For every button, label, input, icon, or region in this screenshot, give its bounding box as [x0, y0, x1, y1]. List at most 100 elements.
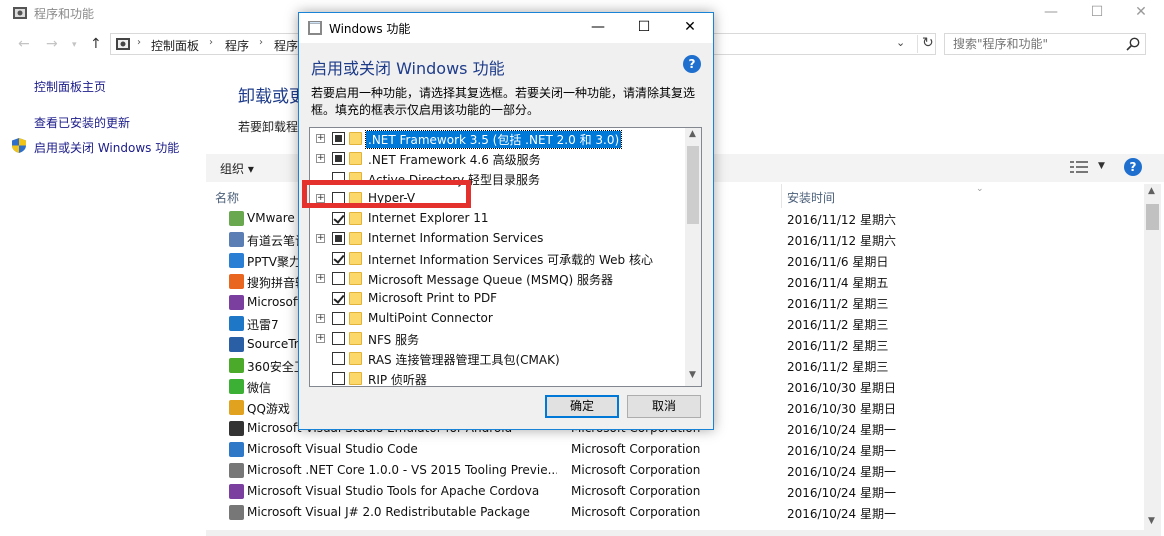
nav-control-panel-home[interactable]: 控制面板主页	[34, 78, 106, 95]
feature-checkbox[interactable]	[332, 232, 345, 245]
table-row[interactable]: Microsoft Visual Studio Tools for Apache…	[206, 481, 1144, 502]
details-view-icon[interactable]	[1070, 160, 1088, 174]
organize-button[interactable]: 组织 ▾	[220, 160, 254, 177]
windows-features-dialog: Windows 功能 — ☐ ✕ 启用或关闭 Windows 功能 ? 若要启用…	[298, 12, 714, 430]
column-header-install-time[interactable]: 安装时间	[787, 189, 835, 206]
horizontal-scrollbar[interactable]	[206, 530, 1161, 536]
program-icon	[229, 358, 244, 373]
feature-label[interactable]: Internet Information Services	[366, 231, 545, 245]
feature-label[interactable]: Microsoft Message Queue (MSMQ) 服务器	[366, 271, 615, 288]
feature-label[interactable]: .NET Framework 4.6 高级服务	[366, 151, 543, 168]
feature-label[interactable]: .NET Framework 3.5 (包括 .NET 2.0 和 3.0)	[364, 130, 623, 149]
close-button[interactable]: ✕	[667, 13, 713, 43]
folder-icon	[349, 152, 362, 165]
feature-checkbox[interactable]	[332, 372, 345, 385]
feature-checkbox[interactable]	[332, 352, 345, 365]
breadcrumb-separator-icon: ›	[137, 37, 141, 48]
feature-item[interactable]: + .NET Framework 4.6 高级服务	[310, 149, 685, 169]
table-row[interactable]: Microsoft Visual J# 2.0 Redistributable …	[206, 502, 1144, 523]
cancel-button[interactable]: 取消	[627, 395, 701, 418]
maximize-button[interactable]: ☐	[621, 13, 667, 43]
feature-item[interactable]: + Internet Information Services	[310, 229, 685, 249]
program-icon	[229, 274, 244, 289]
scroll-down-icon[interactable]: ▼	[689, 370, 696, 380]
hyper-v-highlight	[302, 180, 471, 208]
expand-icon[interactable]: +	[316, 134, 325, 143]
maximize-button[interactable]: ☐	[1074, 0, 1120, 26]
expand-icon[interactable]: +	[316, 154, 325, 163]
program-publisher: Microsoft Corporation	[571, 484, 701, 498]
feature-item[interactable]: + .NET Framework 3.5 (包括 .NET 2.0 和 3.0)	[310, 129, 685, 149]
feature-label[interactable]: Internet Information Services 可承载的 Web 核…	[366, 251, 655, 268]
page-description: 若要卸载程序，请从列表中将其选中，然后单击“卸载”、“更改”或“修复”。	[238, 120, 298, 134]
program-name: Microsoft Visual Studio Code	[247, 442, 418, 456]
feature-checkbox[interactable]	[332, 132, 345, 145]
scrollbar-thumb[interactable]	[687, 146, 699, 224]
search-icon[interactable]	[1125, 36, 1141, 52]
folder-icon	[349, 332, 362, 345]
feature-item[interactable]: Internet Explorer 11	[310, 209, 685, 229]
program-icon	[229, 421, 244, 436]
feature-checkbox[interactable]	[332, 312, 345, 325]
feature-item[interactable]: + Microsoft Message Queue (MSMQ) 服务器	[310, 269, 685, 289]
tree-scrollbar[interactable]: ▲ ▼	[685, 128, 701, 386]
scroll-down-icon[interactable]: ▼	[1148, 516, 1155, 526]
table-row[interactable]: Microsoft Visual Studio Code Microsoft Co…	[206, 439, 1144, 460]
minimize-button[interactable]: —	[575, 13, 621, 43]
feature-checkbox[interactable]	[332, 272, 345, 285]
program-icon	[229, 295, 244, 310]
scroll-up-icon[interactable]: ▲	[1148, 186, 1155, 196]
minimize-button[interactable]: —	[1028, 0, 1074, 26]
breadcrumb-programs[interactable]: 程序	[225, 37, 249, 54]
feature-label[interactable]: Internet Explorer 11	[366, 211, 491, 225]
breadcrumb-control-panel[interactable]: 控制面板	[151, 37, 199, 54]
feature-checkbox[interactable]	[332, 212, 345, 225]
expand-icon[interactable]: +	[316, 274, 325, 283]
feature-item[interactable]: RAS 连接管理器管理工具包(CMAK)	[310, 349, 685, 369]
program-icon	[229, 442, 244, 457]
search-input[interactable]	[953, 37, 1123, 51]
feature-checkbox[interactable]	[332, 332, 345, 345]
chevron-down-icon[interactable]: ⌄	[896, 36, 905, 49]
feature-checkbox[interactable]	[332, 292, 345, 305]
feature-item[interactable]: RIP 侦听器	[310, 369, 685, 386]
forward-arrow-icon[interactable]: →	[46, 36, 58, 52]
column-header-name[interactable]: 名称	[215, 189, 239, 206]
expand-icon[interactable]: +	[316, 314, 325, 323]
help-icon[interactable]: ?	[1124, 158, 1142, 176]
feature-item[interactable]: + NFS 服务	[310, 329, 685, 349]
scrollbar-thumb[interactable]	[1146, 204, 1159, 230]
feature-label[interactable]: NFS 服务	[366, 331, 421, 348]
recent-locations-icon[interactable]: ▾	[72, 40, 77, 50]
ok-button[interactable]: 确定	[545, 395, 619, 418]
table-row[interactable]: Microsoft .NET Core 1.0.0 - VS 2015 Tool…	[206, 460, 1144, 481]
feature-item[interactable]: Microsoft Print to PDF	[310, 289, 685, 309]
feature-label[interactable]: RIP 侦听器	[366, 371, 429, 386]
expand-icon[interactable]: +	[316, 334, 325, 343]
feature-label[interactable]: MultiPoint Connector	[366, 311, 495, 325]
nav-view-installed-updates[interactable]: 查看已安装的更新	[34, 114, 130, 131]
feature-checkbox[interactable]	[332, 152, 345, 165]
feature-item[interactable]: Internet Information Services 可承载的 Web 核…	[310, 249, 685, 269]
chevron-down-icon[interactable]: ▼	[1098, 161, 1105, 171]
expand-icon[interactable]: +	[316, 234, 325, 243]
program-install-time: 2016/10/24 星期一	[787, 465, 896, 479]
scroll-up-icon[interactable]: ▲	[689, 129, 696, 139]
back-arrow-icon[interactable]: ←	[18, 36, 30, 52]
feature-label[interactable]: Microsoft Print to PDF	[366, 291, 499, 305]
vertical-scrollbar[interactable]: ▲ ▼	[1144, 184, 1161, 530]
program-install-time: 2016/10/24 星期一	[787, 507, 896, 521]
feature-item[interactable]: + MultiPoint Connector	[310, 309, 685, 329]
feature-label[interactable]: RAS 连接管理器管理工具包(CMAK)	[366, 351, 562, 368]
column-divider[interactable]	[781, 184, 782, 208]
folder-icon	[349, 252, 362, 265]
nav-turn-windows-features[interactable]: 启用或关闭 Windows 功能	[34, 139, 179, 156]
refresh-icon[interactable]: ↻	[917, 35, 934, 53]
close-button[interactable]: ✕	[1118, 0, 1164, 26]
folder-icon	[349, 132, 362, 145]
breadcrumb-programs-features[interactable]: 程序	[274, 37, 298, 54]
help-icon[interactable]: ?	[683, 55, 701, 73]
search-box[interactable]	[944, 33, 1146, 55]
up-arrow-icon[interactable]: ↑	[90, 36, 102, 52]
feature-checkbox[interactable]	[332, 252, 345, 265]
